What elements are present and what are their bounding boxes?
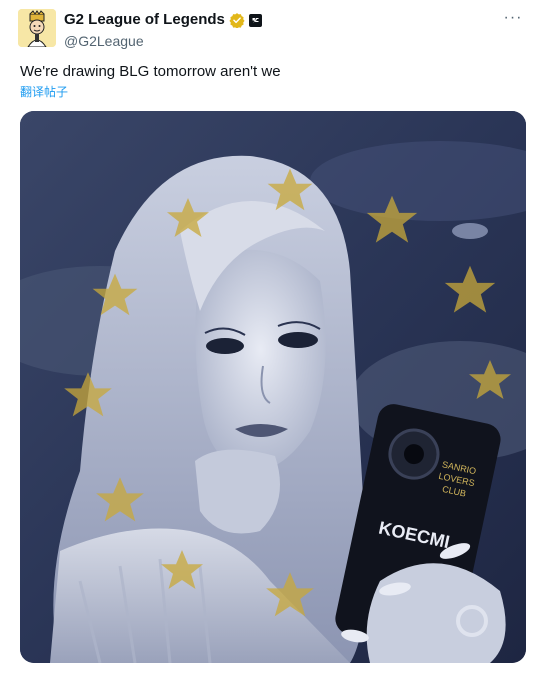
tweet-photo[interactable]: SANRIO LOVERS CLUB KOECMI	[20, 111, 526, 663]
affiliate-org-icon[interactable]	[248, 13, 262, 27]
avatar[interactable]	[18, 9, 56, 47]
more-options-icon[interactable]: ···	[502, 8, 524, 28]
photo-illustration: SANRIO LOVERS CLUB KOECMI	[20, 111, 526, 663]
user-handle[interactable]: @G2League	[64, 32, 514, 50]
g2-logo-icon	[252, 17, 259, 23]
tweet-card: G2 League of Legends @G2League ··· We're…	[0, 0, 534, 674]
name-row: G2 League of Legends	[64, 10, 514, 30]
translate-post-link[interactable]: 翻译帖子	[20, 84, 68, 100]
display-name[interactable]: G2 League of Legends	[64, 10, 225, 30]
tweet-header: G2 League of Legends @G2League	[64, 10, 514, 50]
verified-badge-icon[interactable]	[229, 12, 245, 28]
avatar-cartoon-icon	[18, 9, 56, 47]
tweet-text: We're drawing BLG tomorrow aren't we	[20, 63, 281, 80]
